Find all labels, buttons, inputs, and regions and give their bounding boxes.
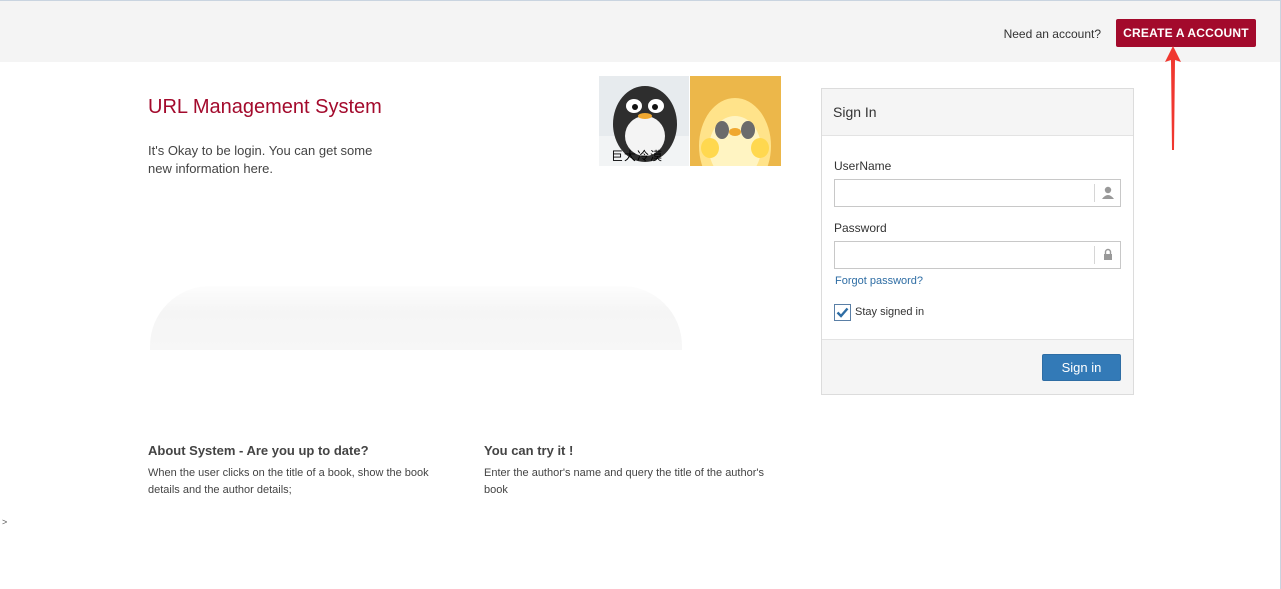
stay-signed-in-label: Stay signed in (855, 306, 925, 318)
username-input[interactable] (835, 180, 1093, 206)
need-account-text: Need an account? (1003, 27, 1101, 41)
about-system-title: About System - Are you up to date? (148, 443, 369, 458)
password-input[interactable] (835, 242, 1093, 268)
checkmark-icon (836, 307, 849, 318)
sign-in-button[interactable]: Sign in (1042, 354, 1121, 381)
red-arrow-annotation (1165, 46, 1181, 150)
try-it-title: You can try it ! (484, 443, 574, 458)
signin-footer: Sign in (822, 339, 1133, 394)
stay-signed-in-checkbox[interactable] (834, 303, 851, 321)
forgot-password-link[interactable]: Forgot password? (835, 275, 923, 287)
stay-signed-in-row[interactable]: Stay signed in (834, 303, 924, 321)
try-it-body: Enter the author's name and query the ti… (484, 467, 764, 496)
yellow-chick-icon (699, 98, 771, 166)
username-field-wrapper (834, 179, 1121, 207)
yellow-chick-sticker-image (690, 76, 781, 166)
username-label: UserName (834, 159, 892, 173)
stray-character: > (2, 517, 8, 527)
signin-heading: Sign In (822, 89, 1133, 136)
top-bar: Need an account? CREATE A ACCOUNT (0, 0, 1281, 62)
lock-icon (1094, 246, 1120, 264)
password-label: Password (834, 221, 887, 235)
signin-panel: Sign In UserName Password Forgot passwor… (821, 88, 1134, 395)
decorative-shadow (150, 286, 682, 350)
penguin-sticker-image: 巨大冷漠 (599, 76, 689, 166)
user-icon (1094, 184, 1120, 202)
password-field-wrapper (834, 241, 1121, 269)
about-system-body: When the user clicks on the title of a b… (148, 467, 429, 496)
create-account-button[interactable]: CREATE A ACCOUNT (1116, 19, 1256, 47)
intro-description: It's Okay to be login. You can get some … (148, 143, 373, 176)
page-title: URL Management System (148, 96, 382, 118)
sticker-caption: 巨大冷漠 (611, 149, 664, 163)
